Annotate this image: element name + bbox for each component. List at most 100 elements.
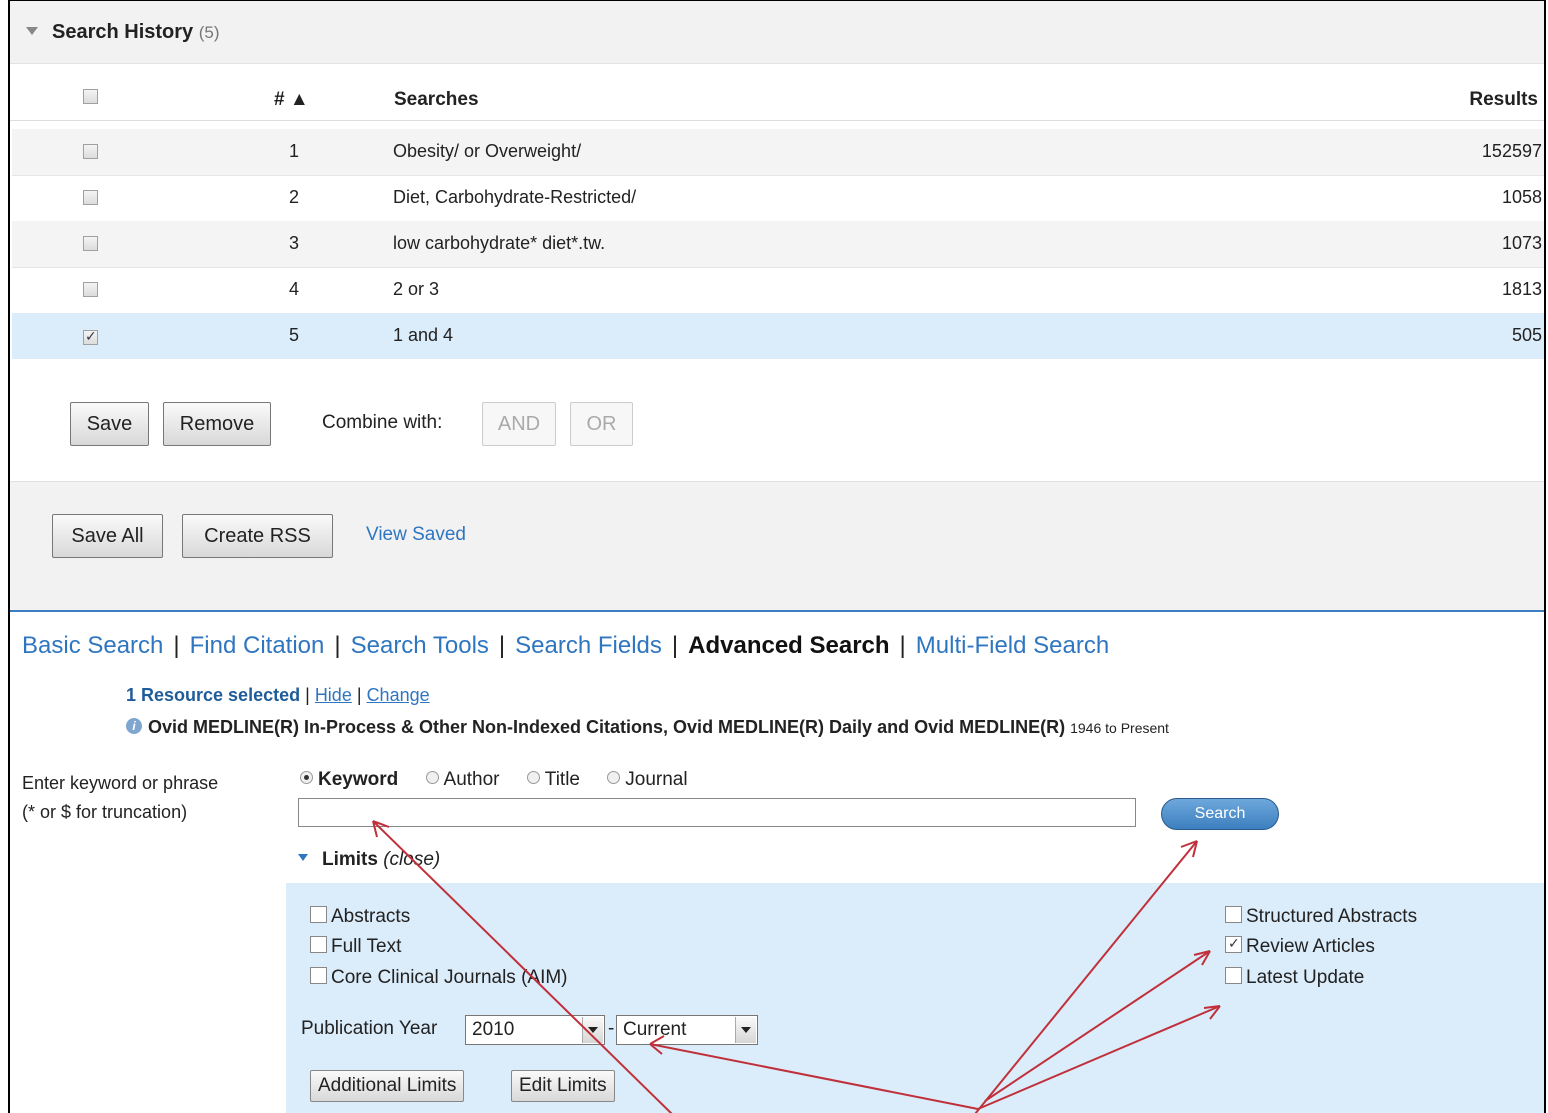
row-checkbox-checked[interactable] (83, 328, 98, 345)
row-query: 1 and 4 (393, 325, 454, 345)
database-range: 1946 to Present (1070, 720, 1169, 736)
row-results[interactable]: 1058 (1502, 187, 1542, 208)
remove-button[interactable]: Remove (163, 402, 271, 446)
combine-with-label: Combine with: (322, 412, 443, 433)
or-button[interactable]: OR (570, 402, 633, 446)
ovid-search-page: Search History (5) # ▲ Searches Results … (8, 0, 1546, 1113)
row-query: 2 or 3 (393, 279, 440, 299)
row-query: Obesity/ or Overweight/ (393, 141, 582, 161)
tab-separator: | (498, 632, 506, 659)
tab-separator: | (899, 632, 906, 659)
search-type-radios: Keyword Author Title Journal (300, 769, 710, 791)
view-saved-link[interactable]: View Saved (366, 524, 466, 546)
resource-selection: 1 Resource selected | Hide | Change (126, 685, 430, 705)
checkbox-icon[interactable] (1225, 906, 1242, 924)
arrowhead (1180, 840, 1198, 848)
search-mode-tabs: Basic Search | Find Citation | Search Tools |… (22, 632, 1109, 660)
publication-year-label: Publication Year (301, 1018, 438, 1039)
row-results[interactable]: 152597 (1482, 141, 1542, 162)
checkbox-icon[interactable] (310, 906, 327, 924)
table-row: 3 low carbohydrate* diet*.tw. 1073 (12, 221, 1544, 268)
select-all-checkbox[interactable] (83, 89, 98, 104)
year-from-select[interactable]: 2010 (465, 1015, 605, 1045)
change-link[interactable]: Change (367, 685, 430, 705)
search-history-title[interactable]: Search History (5) (26, 21, 220, 44)
row-results[interactable]: 505 (1512, 325, 1542, 346)
row-checkbox[interactable] (83, 282, 98, 297)
limits-toggle[interactable]: Limits (close) (298, 849, 440, 871)
database-description: i Ovid MEDLINE(R) In-Process & Other Non-… (126, 717, 1169, 738)
info-icon[interactable]: i (126, 718, 142, 735)
row-query: Diet, Carbohydrate-Restricted/ (393, 187, 637, 207)
tab-find-citation[interactable]: Find Citation (190, 632, 325, 659)
year-range-dash: - (608, 1018, 615, 1039)
radio-keyword[interactable]: Keyword (300, 769, 398, 790)
save-all-button[interactable]: Save All (52, 514, 163, 558)
column-header-searches: Searches (394, 89, 479, 110)
row-number: 5 (289, 325, 300, 345)
limit-core-clinical-journals[interactable]: Core Clinical Journals (AIM) (310, 967, 568, 989)
checkbox-icon[interactable] (1225, 967, 1242, 985)
column-header-number[interactable]: # ▲ (274, 89, 309, 111)
create-rss-button[interactable]: Create RSS (182, 514, 333, 558)
row-query: low carbohydrate* diet*.tw. (393, 233, 606, 253)
radio-author[interactable]: Author (425, 769, 500, 790)
tab-separator: | (671, 632, 679, 659)
keyword-prompt-line1: Enter keyword or phrase (22, 773, 219, 793)
row-checkbox[interactable] (83, 236, 98, 251)
history-column-header-row: # ▲ Searches Results (10, 63, 1544, 121)
limit-structured-abstracts[interactable]: Structured Abstracts (1225, 906, 1417, 928)
dropdown-arrow-icon[interactable] (582, 1017, 603, 1043)
row-results[interactable]: 1073 (1502, 233, 1542, 254)
row-results[interactable]: 1813 (1502, 279, 1542, 300)
search-button[interactable]: Search (1161, 798, 1279, 830)
limit-latest-update[interactable]: Latest Update (1225, 967, 1364, 989)
keyword-prompt: Enter keyword or phrase (* or $ for trun… (22, 769, 218, 827)
row-checkbox[interactable] (83, 144, 98, 159)
radio-icon[interactable] (425, 771, 439, 785)
keyword-prompt-line2: (* or $ for truncation) (22, 802, 188, 822)
history-count: (5) (198, 23, 220, 42)
radio-icon[interactable] (607, 771, 621, 785)
search-history-header (10, 1, 1544, 64)
checkbox-icon[interactable] (310, 936, 327, 954)
limit-review-articles[interactable]: Review Articles (1225, 935, 1375, 958)
database-name: Ovid MEDLINE(R) In-Process & Other Non-I… (148, 717, 1066, 737)
save-button[interactable]: Save (70, 402, 149, 446)
column-header-results: Results (1469, 89, 1538, 110)
tab-basic-search[interactable]: Basic Search (22, 632, 163, 659)
row-number: 1 (289, 141, 300, 161)
resource-selected-text: 1 Resource selected (126, 685, 301, 705)
table-row: 1 Obesity/ or Overweight/ 152597 (12, 129, 1544, 176)
keyword-search-input[interactable] (298, 798, 1136, 827)
year-to-select[interactable]: Current (616, 1015, 758, 1045)
row-number: 4 (289, 279, 300, 299)
tab-search-tools[interactable]: Search Tools (351, 632, 489, 659)
limits-close-link[interactable]: (close) (383, 849, 440, 870)
hide-link[interactable]: Hide (315, 685, 352, 705)
additional-limits-button[interactable]: Additional Limits (310, 1070, 465, 1102)
tab-advanced-search[interactable]: Advanced Search (688, 632, 889, 659)
table-row: 4 2 or 3 1813 (12, 267, 1544, 314)
limit-abstracts[interactable]: Abstracts (310, 906, 410, 928)
dropdown-arrow-icon[interactable] (735, 1017, 756, 1043)
arrowhead (1192, 840, 1198, 858)
checkbox-checked-icon[interactable] (1225, 935, 1242, 954)
radio-icon[interactable] (526, 771, 540, 785)
tab-multi-field-search[interactable]: Multi-Field Search (916, 632, 1109, 659)
radio-title[interactable]: Title (526, 769, 580, 790)
tab-search-fields[interactable]: Search Fields (515, 632, 662, 659)
and-button[interactable]: AND (482, 402, 556, 446)
row-number: 3 (289, 233, 300, 253)
table-row: 2 Diet, Carbohydrate-Restricted/ 1058 (12, 175, 1544, 222)
checkbox-icon[interactable] (310, 967, 327, 985)
tab-separator: | (173, 632, 180, 659)
row-number: 2 (289, 187, 300, 207)
collapse-triangle-icon[interactable] (26, 26, 38, 35)
expand-triangle-icon (298, 854, 308, 862)
limit-full-text[interactable]: Full Text (310, 936, 401, 958)
radio-selected-icon[interactable] (300, 771, 313, 785)
edit-limits-button[interactable]: Edit Limits (511, 1070, 615, 1102)
row-checkbox[interactable] (83, 190, 98, 205)
radio-journal[interactable]: Journal (607, 769, 688, 790)
